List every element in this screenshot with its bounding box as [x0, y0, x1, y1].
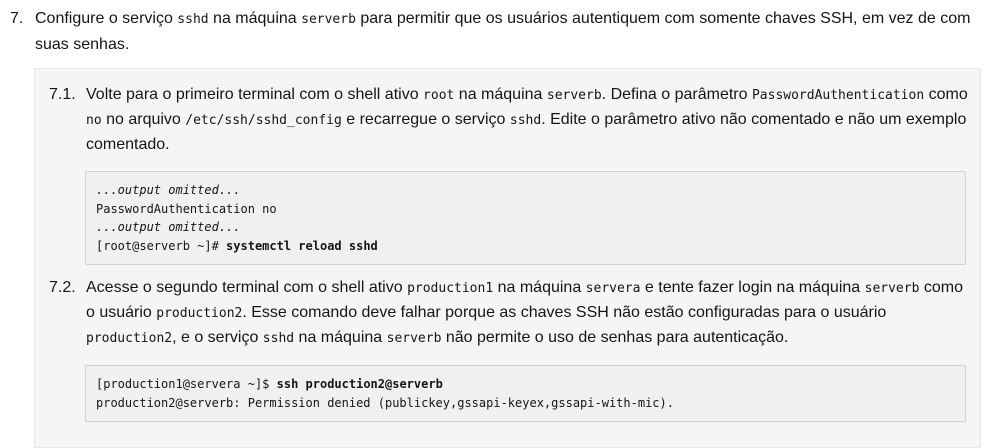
text-segment: Configure o serviço	[35, 10, 178, 27]
text-segment: Volte para o primeiro terminal com o she…	[86, 86, 424, 103]
step-7-2: 7.2. Acesse o segundo terminal com o she…	[49, 276, 969, 351]
inline-code: PasswordAuthentication	[751, 88, 925, 103]
step-7-1-text: Volte para o primeiro terminal com o she…	[86, 83, 969, 157]
inline-code: no	[86, 113, 102, 128]
inline-code: sshd	[509, 113, 542, 128]
step-7-2-text: Acesse o segundo terminal com o shell at…	[86, 276, 969, 351]
code-command: ssh production2@serverb	[276, 377, 443, 391]
inline-code: sshd	[262, 331, 295, 346]
inline-code: sshd	[177, 12, 209, 27]
text-segment: na máquina	[208, 10, 302, 27]
step-7-1-number: 7.1.	[49, 86, 76, 103]
step-7-number: 7.	[10, 10, 24, 27]
code-line: ...output omitted...	[96, 220, 241, 234]
text-segment: como	[924, 86, 968, 103]
text-segment: e recarregue o serviço	[341, 111, 510, 128]
inline-code: serverb	[864, 281, 920, 296]
code-block-7-2[interactable]: [production1@servera ~]$ ssh production2…	[85, 365, 966, 422]
step-7: 7. Configure o serviço sshd na máquina s…	[10, 6, 980, 57]
inline-code: production1	[407, 281, 494, 296]
inline-code: servera	[585, 281, 641, 296]
text-segment: Acesse o segundo terminal com o shell at…	[86, 279, 408, 296]
text-segment: na máquina	[493, 279, 586, 296]
text-segment: , e o serviço	[172, 329, 263, 346]
text-segment: . Esse comando deve falhar porque as cha…	[242, 304, 887, 321]
step-7-1: 7.1. Volte para o primeiro terminal com …	[49, 83, 969, 157]
inline-code: serverb	[546, 88, 602, 103]
text-segment: não permite o uso de senhas para autenti…	[441, 329, 789, 346]
code-line: ...output omitted...	[96, 183, 241, 197]
code-block-7-1[interactable]: ...output omitted... PasswordAuthenticat…	[85, 171, 966, 265]
code-line: PasswordAuthentication no	[96, 201, 277, 216]
inline-code: production2	[156, 306, 243, 321]
step-7-text: Configure o serviço sshd na máquina serv…	[35, 6, 980, 57]
text-segment: no arquivo	[101, 111, 186, 128]
inline-code: root	[423, 88, 455, 103]
inline-code: /etc/ssh/sshd_config	[185, 113, 342, 128]
code-command: systemctl reload sshd	[226, 238, 378, 253]
code-line: production2@serverb: Permission denied (…	[96, 395, 674, 410]
inline-code: serverb	[301, 12, 356, 27]
text-segment: e tente fazer login na máquina	[640, 279, 865, 296]
step-7-2-number: 7.2.	[49, 279, 76, 296]
inline-code: serverb	[386, 331, 442, 346]
inline-code: production2	[86, 331, 173, 346]
code-prompt: [root@serverb ~]#	[96, 238, 227, 253]
text-segment: . Defina o parâmetro	[601, 86, 752, 103]
code-prompt: [production1@servera ~]$	[96, 377, 277, 391]
text-segment: na máquina	[454, 86, 547, 103]
text-segment: na máquina	[294, 329, 387, 346]
substeps-panel: 7.1. Volte para o primeiro terminal com …	[34, 68, 981, 448]
